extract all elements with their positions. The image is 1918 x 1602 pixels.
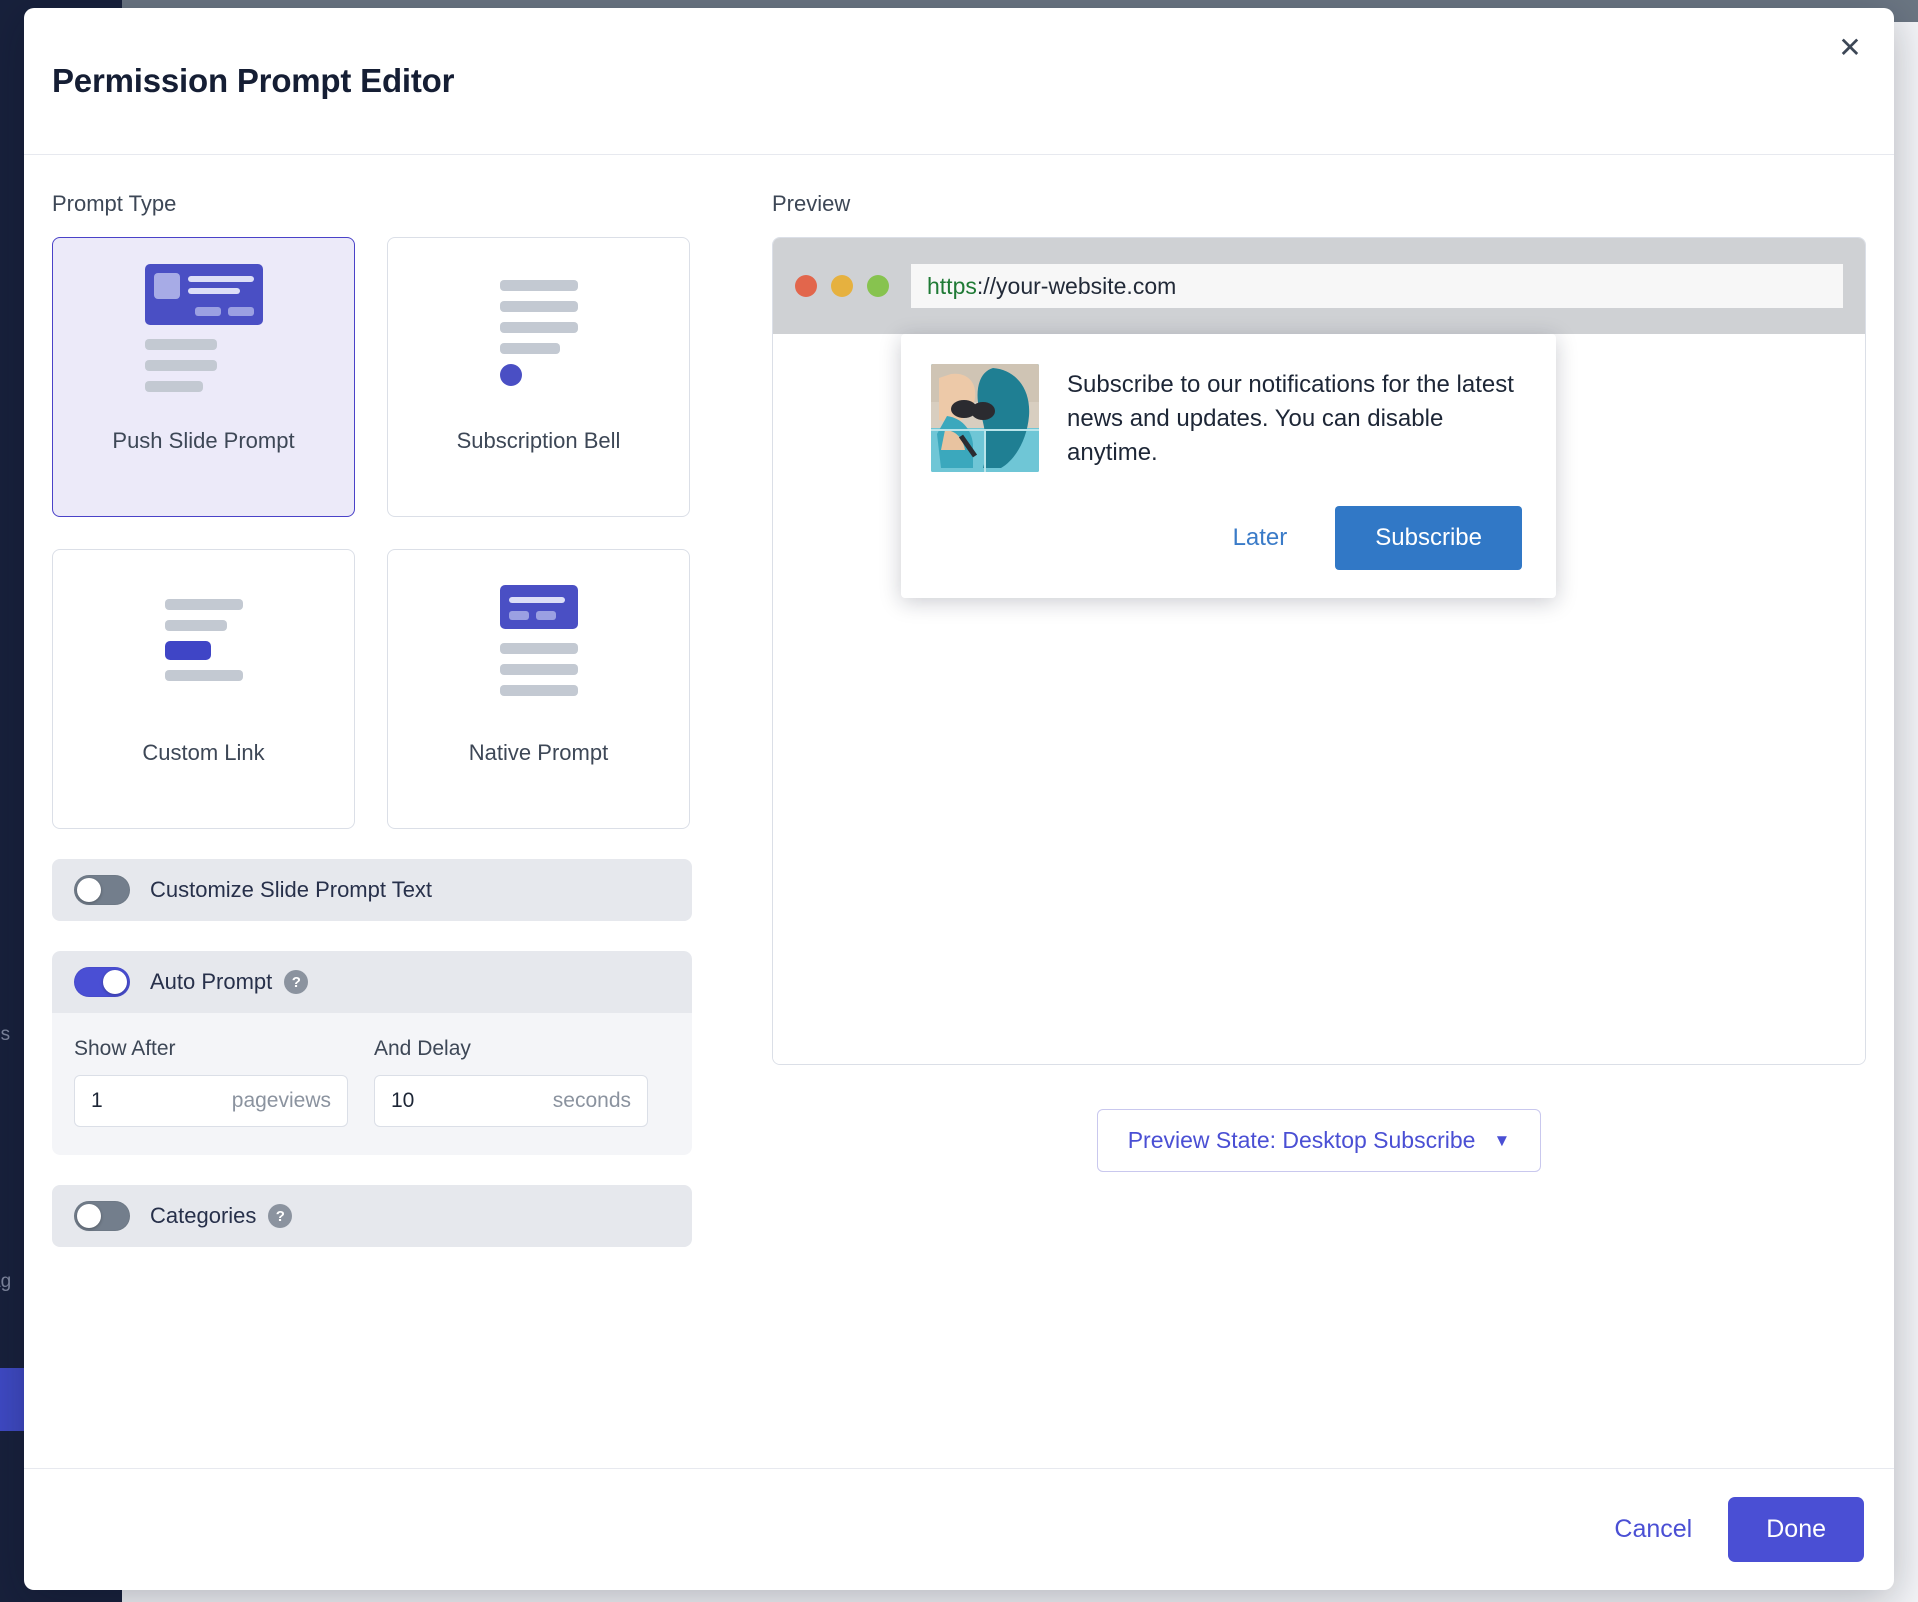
categories-toggle[interactable] xyxy=(74,1201,130,1231)
chevron-down-icon: ▼ xyxy=(1493,1130,1511,1150)
prompt-type-label: Push Slide Prompt xyxy=(112,428,295,453)
and-delay-label: And Delay xyxy=(374,1037,471,1060)
custom-link-icon xyxy=(53,550,354,740)
preview-state-dropdown[interactable]: Preview State: Desktop Subscribe ▼ xyxy=(1096,1109,1542,1172)
prompt-type-card-push-slide-prompt[interactable]: Push Slide Prompt xyxy=(52,237,355,517)
and-delay-input-wrapper[interactable]: seconds xyxy=(374,1075,648,1127)
url-host: ://your-website.com xyxy=(976,272,1177,299)
auto-prompt-fields: Show After pageviews And Delay seconds xyxy=(52,1013,692,1155)
auto-prompt-label: Auto Prompt xyxy=(150,969,273,994)
preview-column: Preview https://your-website.com Subscr… xyxy=(692,191,1866,1468)
and-delay-field: And Delay seconds xyxy=(374,1037,648,1127)
and-delay-input[interactable] xyxy=(391,1089,553,1113)
background-sidebar-label-1: ns xyxy=(0,1024,11,1045)
show-after-label: Show After xyxy=(74,1037,176,1060)
dialog-footer: Cancel Done xyxy=(24,1468,1894,1590)
show-after-input-wrapper[interactable]: pageviews xyxy=(74,1075,348,1127)
auto-prompt-group: Auto Prompt ? Show After pageviews And D… xyxy=(52,951,692,1155)
prompt-type-label: Native Prompt xyxy=(468,740,609,765)
settings-column: Prompt Type Push Slide Prompt Subscripti… xyxy=(52,191,692,1468)
notification-message: Subscribe to our notifications for the l… xyxy=(1067,371,1514,467)
page-title: Permission Prompt Editor xyxy=(52,62,455,99)
prompt-type-heading: Prompt Type xyxy=(52,191,177,216)
prompt-type-label: Subscription Bell xyxy=(456,428,621,453)
auto-prompt-toggle[interactable] xyxy=(74,967,130,997)
customize-slide-prompt-text-row[interactable]: Customize Slide Prompt Text xyxy=(52,859,692,921)
show-after-field: Show After pageviews xyxy=(74,1037,348,1127)
prompt-type-card-native-prompt[interactable]: Native Prompt xyxy=(387,549,690,829)
prompt-type-label: Custom Link xyxy=(142,740,265,765)
cancel-button[interactable]: Cancel xyxy=(1588,1499,1718,1560)
prompt-type-grid: Push Slide Prompt Subscription Bell Cust… xyxy=(52,237,692,829)
help-icon[interactable]: ? xyxy=(268,1204,293,1228)
show-after-input[interactable] xyxy=(91,1089,232,1113)
browser-page: Subscribe to our notifications for the l… xyxy=(773,334,1865,1064)
help-icon[interactable]: ? xyxy=(284,970,309,994)
notification-actions: Later Subscribe xyxy=(931,506,1522,570)
preview-state-wrapper: Preview State: Desktop Subscribe ▼ xyxy=(772,1109,1866,1172)
close-window-dot-icon xyxy=(795,275,817,297)
show-after-unit: pageviews xyxy=(231,1089,331,1112)
preview-state-label: Preview State: Desktop Subscribe xyxy=(1127,1127,1476,1153)
dialog-header: Permission Prompt Editor ✕ xyxy=(24,8,1894,155)
permission-prompt-editor-dialog: Permission Prompt Editor ✕ Prompt Type P… xyxy=(24,8,1894,1590)
and-delay-unit: seconds xyxy=(552,1089,631,1112)
done-button[interactable]: Done xyxy=(1728,1497,1864,1562)
customize-slide-prompt-text-toggle[interactable] xyxy=(74,875,130,905)
url-scheme: https xyxy=(927,272,977,299)
close-icon[interactable]: ✕ xyxy=(1828,26,1872,70)
notification-content: Subscribe to our notifications for the l… xyxy=(931,364,1522,472)
native-prompt-icon xyxy=(388,550,689,740)
categories-label: Categories xyxy=(150,1203,257,1228)
preview-heading: Preview xyxy=(772,191,851,216)
dialog-body: Prompt Type Push Slide Prompt Subscripti… xyxy=(24,155,1894,1468)
subscription-bell-icon xyxy=(388,238,689,428)
subscribe-button[interactable]: Subscribe xyxy=(1335,506,1522,570)
url-bar: https://your-website.com xyxy=(911,264,1843,308)
later-button[interactable]: Later xyxy=(1211,510,1310,566)
customize-slide-prompt-text-label: Customize Slide Prompt Text xyxy=(150,877,433,902)
minimize-window-dot-icon xyxy=(831,275,853,297)
push-slide-prompt-icon xyxy=(53,238,354,428)
auto-prompt-row[interactable]: Auto Prompt ? xyxy=(52,951,692,1013)
background-sidebar-label-2: ag xyxy=(0,1271,12,1292)
notification-prompt: Subscribe to our notifications for the l… xyxy=(901,334,1556,598)
browser-preview: https://your-website.com Subscribe to o… xyxy=(772,237,1866,1065)
prompt-type-card-custom-link[interactable]: Custom Link xyxy=(52,549,355,829)
maximize-window-dot-icon xyxy=(867,275,889,297)
notification-thumbnail xyxy=(931,364,1039,472)
window-controls xyxy=(795,275,889,297)
categories-row[interactable]: Categories ? xyxy=(52,1185,692,1247)
browser-chrome: https://your-website.com xyxy=(773,238,1865,334)
prompt-type-card-subscription-bell[interactable]: Subscription Bell xyxy=(387,237,690,517)
